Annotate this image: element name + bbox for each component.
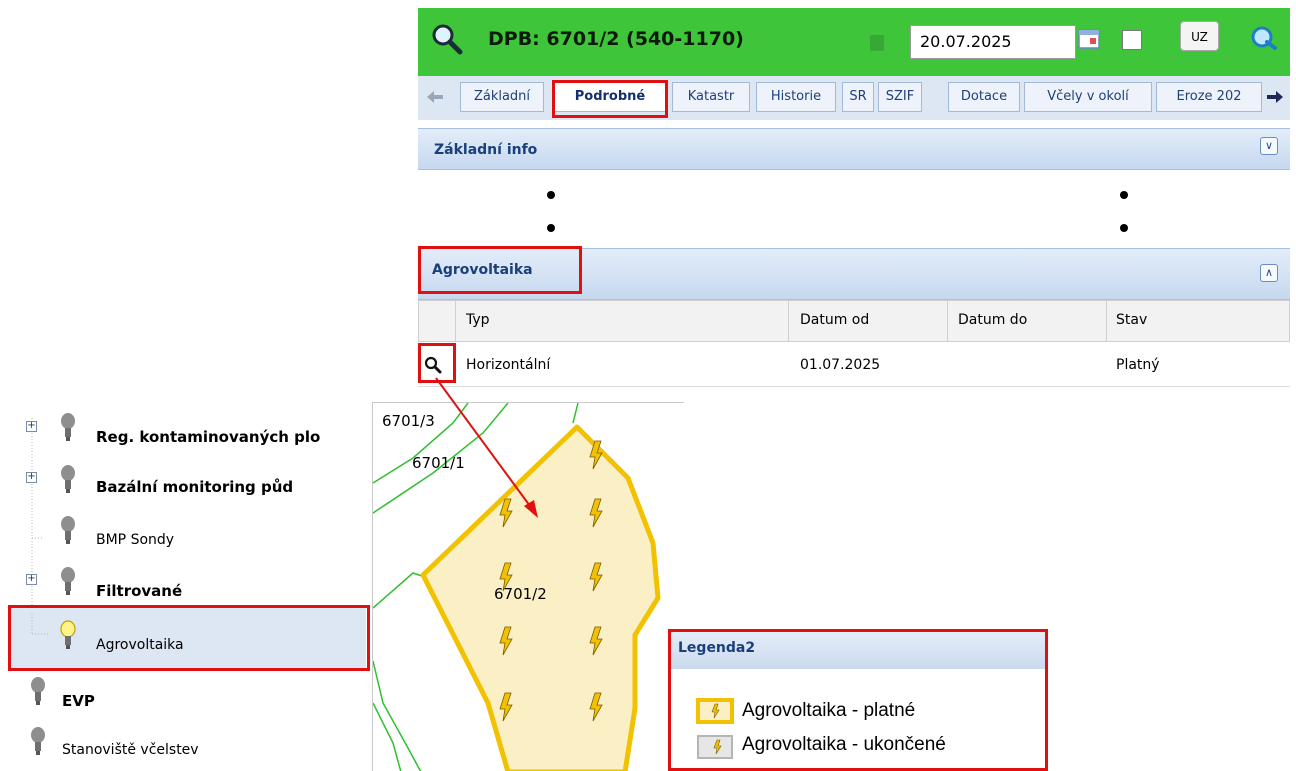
ellipsis-dot	[547, 191, 555, 199]
lightbulb-off-icon[interactable]	[60, 566, 76, 596]
notebook-icon[interactable]	[866, 32, 888, 54]
cell-typ: Horizontální	[466, 357, 551, 373]
tab-eroze[interactable]: Eroze 202	[1156, 82, 1262, 112]
column-header-typ[interactable]: Typ	[466, 312, 490, 328]
section-basic-info-title: Základní info	[434, 142, 538, 158]
column-divider	[788, 300, 789, 342]
expand-icon[interactable]: +	[26, 421, 37, 432]
parcel-label-6701-3: 6701/3	[382, 412, 435, 430]
ellipsis-dot	[547, 224, 555, 232]
highlight-layer-agrovoltaika	[8, 605, 370, 671]
tab-historie[interactable]: Historie	[756, 82, 836, 112]
date-value: 20.07.2025	[920, 32, 1012, 51]
search-icon[interactable]	[430, 22, 464, 56]
column-header-stav[interactable]: Stav	[1116, 312, 1147, 328]
lightbulb-off-icon[interactable]	[30, 676, 46, 706]
calendar-icon[interactable]	[1078, 28, 1100, 50]
ellipsis-dot	[1120, 191, 1128, 199]
tab-katastr[interactable]: Katastr	[672, 82, 750, 112]
layer-filtrovane[interactable]: Filtrované	[96, 582, 182, 600]
tab-szif[interactable]: SZIF	[878, 82, 922, 112]
column-header-datum-od[interactable]: Datum od	[800, 312, 869, 328]
cell-datum-od: 01.07.2025	[800, 357, 881, 373]
chevron-up-icon[interactable]: ∧	[1260, 264, 1278, 282]
detail-title: DPB: 6701/2 (540-1170)	[488, 28, 744, 50]
arrow-left-icon[interactable]	[424, 88, 446, 106]
tab-zakladni[interactable]: Základní	[460, 82, 544, 112]
lightbulb-off-icon[interactable]	[60, 515, 76, 545]
tab-sr[interactable]: SR	[842, 82, 874, 112]
ellipsis-dot	[1120, 224, 1128, 232]
column-divider	[455, 300, 456, 342]
expand-icon[interactable]: +	[26, 472, 37, 483]
column-divider	[947, 300, 948, 342]
arrow-right-icon[interactable]	[1264, 88, 1286, 106]
tab-vcely-v-okoli[interactable]: Včely v okolí	[1024, 82, 1152, 112]
parcel-label-6701-2: 6701/2	[494, 585, 547, 603]
cell-stav: Platný	[1116, 357, 1160, 373]
section-basic-info[interactable]	[418, 128, 1290, 170]
chevron-down-icon[interactable]: ∨	[1260, 137, 1278, 155]
layer-reg-kontaminovanych[interactable]: Reg. kontaminovaných plo	[96, 428, 320, 446]
tab-dotace[interactable]: Dotace	[948, 82, 1020, 112]
lightbulb-off-icon[interactable]	[30, 726, 46, 756]
annotation-arrow	[435, 377, 538, 518]
lightbulb-off-icon[interactable]	[60, 464, 76, 494]
layer-evp[interactable]: EVP	[62, 692, 95, 710]
column-divider	[1106, 300, 1107, 342]
lightbulb-off-icon[interactable]	[60, 412, 76, 442]
highlight-tab-podrobne	[552, 80, 668, 118]
refresh-icon[interactable]	[1249, 24, 1279, 52]
date-checkbox[interactable]	[1122, 30, 1142, 50]
layer-bazalni-monitoring[interactable]: Bazální monitoring půd	[96, 478, 293, 496]
uz-button[interactable]: UZ	[1180, 21, 1219, 51]
layer-stanoviste-vcelstev[interactable]: Stanoviště včelstev	[62, 742, 199, 758]
highlight-section-agrovoltaika	[418, 246, 582, 294]
highlight-legend	[668, 629, 1048, 771]
expand-icon[interactable]: +	[26, 574, 37, 585]
column-header-datum-do[interactable]: Datum do	[958, 312, 1027, 328]
layer-bmp-sondy[interactable]: BMP Sondy	[96, 532, 174, 548]
